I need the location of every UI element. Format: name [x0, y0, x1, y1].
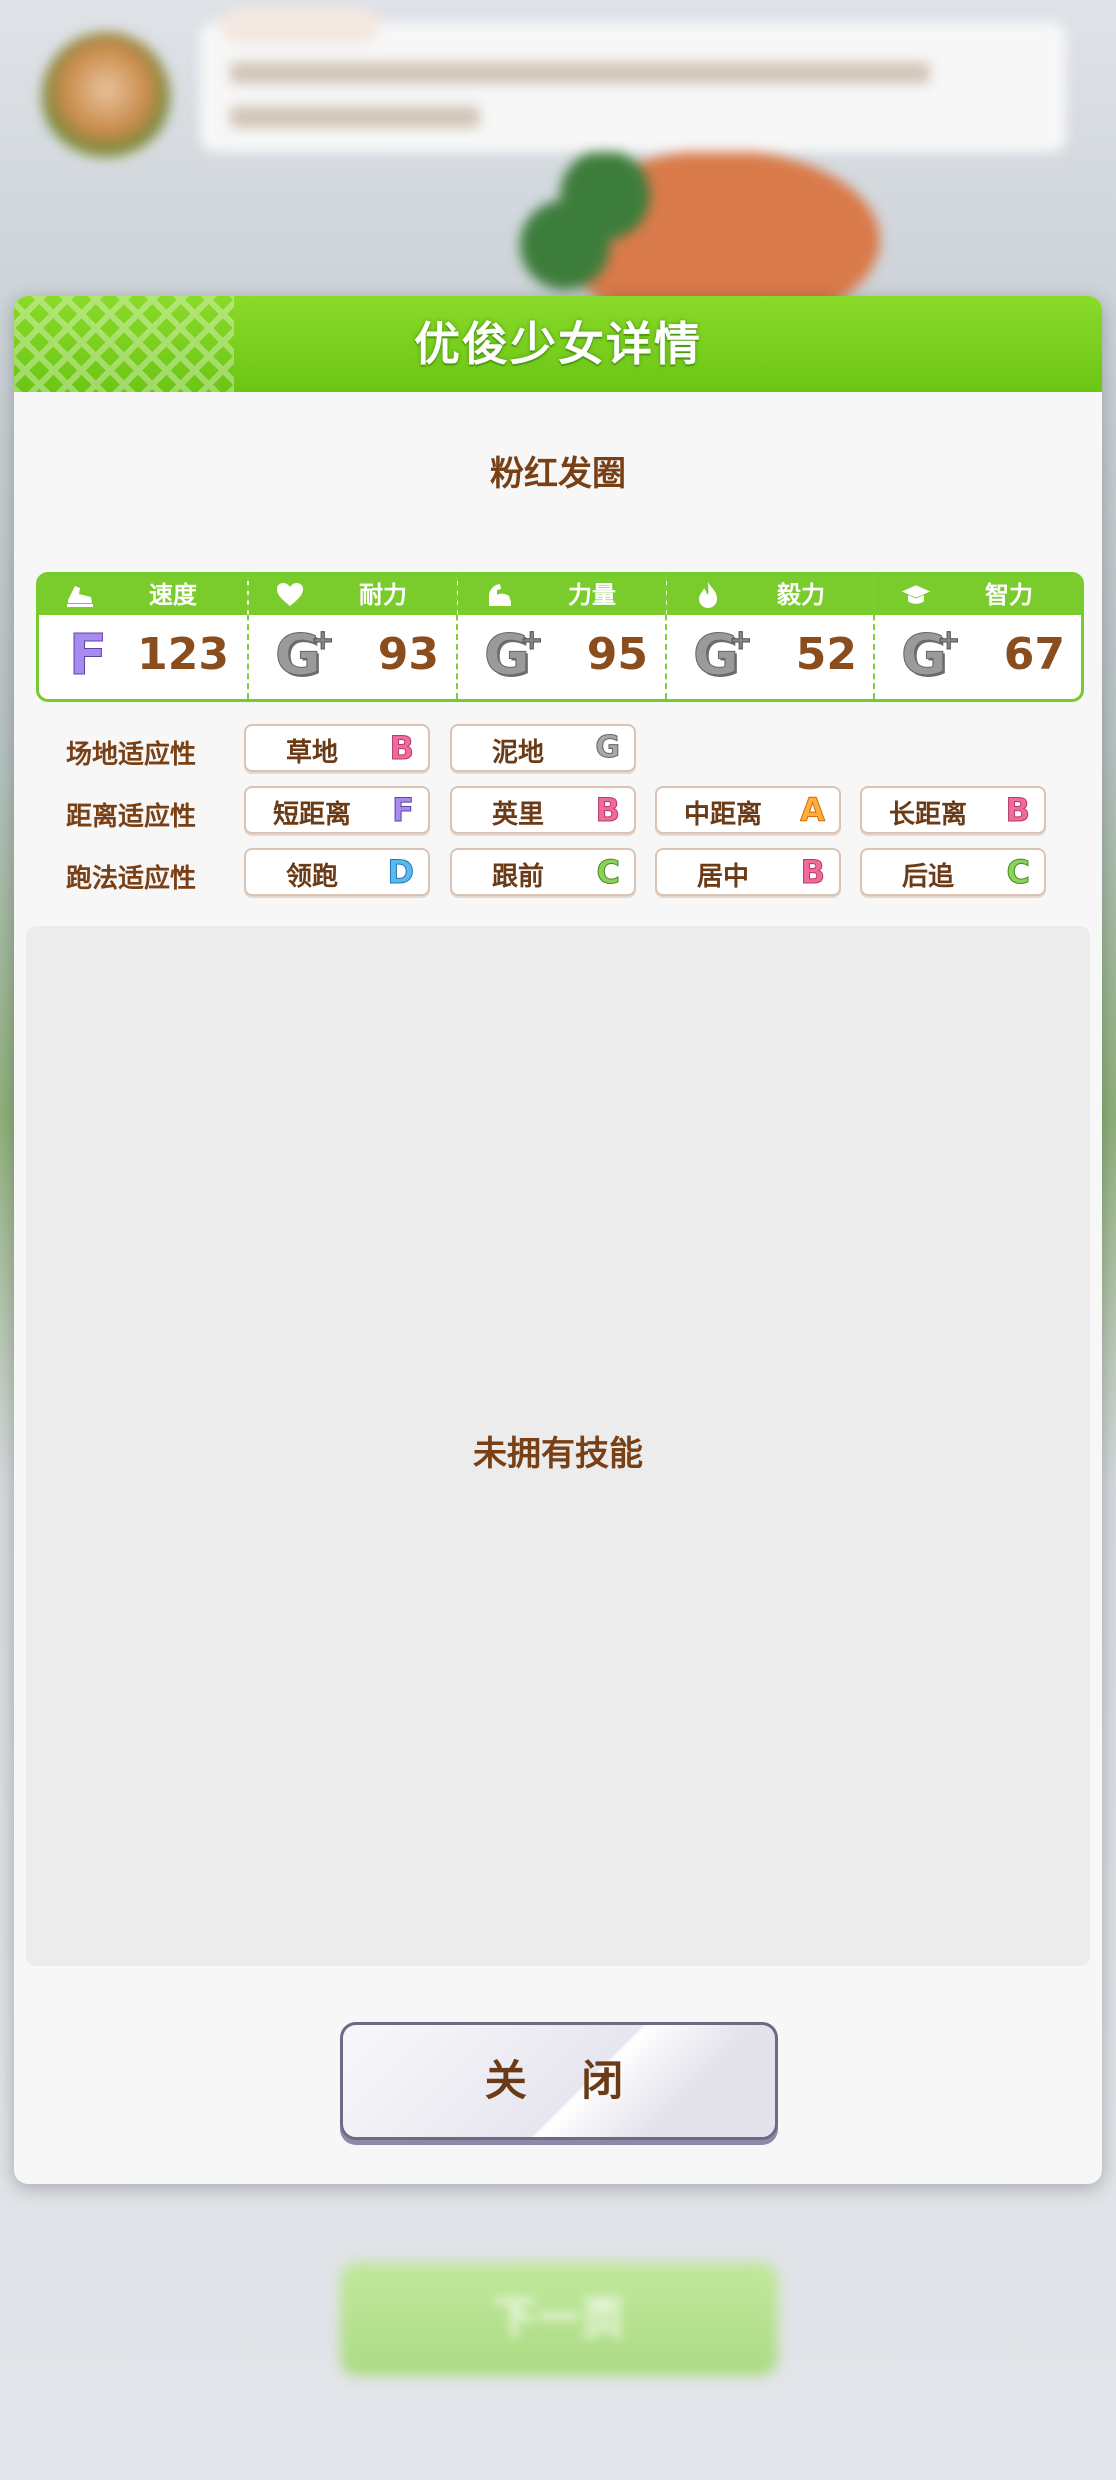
skills-empty-text: 未拥有技能	[473, 1434, 643, 1474]
aptitude-chip: 中距离 A	[655, 786, 841, 834]
distance-aptitude-label: 距离适应性	[66, 802, 197, 832]
next-page-label: 下一页	[493, 2293, 625, 2344]
aptitude-name: 领跑	[285, 862, 338, 892]
shoe-icon	[65, 581, 95, 609]
dialog-title: 优俊少女详情	[414, 317, 702, 371]
aptitude-name: 居中	[696, 862, 749, 892]
aptitude-grade: B	[595, 791, 620, 830]
aptitude-grade: C	[1006, 853, 1031, 892]
graduation-cap-icon	[901, 581, 931, 609]
stat-body: F 123	[39, 615, 247, 699]
stat-label: 耐力	[359, 581, 407, 609]
aptitude-chip: 短距离 F	[244, 786, 430, 834]
umamusume-detail-dialog: 优俊少女详情 粉红发圈 速度 F 123 耐力 G + 93 力量 G + 95…	[14, 296, 1102, 2184]
aptitude-chip: 泥地 G	[450, 724, 636, 772]
aptitude-grade: B	[389, 729, 414, 768]
stat-body: G + 67	[875, 615, 1081, 699]
rank-badge: F	[68, 623, 108, 688]
character-leaf	[560, 150, 650, 240]
speaker-avatar	[42, 32, 170, 160]
aptitude-chip: 后追 C	[860, 848, 1046, 896]
stat-header: 智力	[875, 575, 1081, 615]
rank-plus: +	[936, 623, 961, 657]
stat-value: 123	[137, 629, 229, 680]
aptitude-grade: F	[392, 791, 415, 830]
aptitude-grade: D	[387, 853, 415, 892]
item-name: 粉红发圈	[490, 454, 626, 494]
stat-header: 毅力	[667, 575, 875, 615]
speaker-name-tag	[220, 8, 380, 44]
stat-power: 力量 G + 95	[456, 575, 666, 699]
skills-panel[interactable]: 未拥有技能	[26, 926, 1090, 1966]
aptitude-name: 泥地	[491, 738, 544, 768]
aptitude-chip: 领跑 D	[244, 848, 430, 896]
aptitude-name: 中距离	[683, 800, 762, 830]
stat-header: 力量	[458, 575, 666, 615]
heart-icon	[275, 581, 305, 609]
aptitude-chip: 居中 B	[655, 848, 841, 896]
rank-plus: +	[310, 623, 335, 657]
stat-label: 毅力	[777, 581, 825, 609]
stat-wisdom: 智力 G + 67	[873, 575, 1081, 699]
close-button[interactable]: 关 闭	[340, 2022, 778, 2140]
stat-value: 67	[1003, 629, 1065, 680]
aptitude-name: 草地	[285, 738, 338, 768]
aptitude-name: 英里	[491, 800, 544, 830]
stat-header: 耐力	[249, 575, 457, 615]
stat-body: G + 93	[249, 615, 457, 699]
stats-table: 速度 F 123 耐力 G + 93 力量 G + 95 毅力 G + 52 智…	[36, 572, 1084, 702]
aptitude-grade: B	[1005, 791, 1030, 830]
speech-line	[230, 62, 930, 84]
stat-label: 力量	[568, 581, 616, 609]
stat-label: 速度	[149, 581, 197, 609]
stat-header: 速度	[39, 575, 247, 615]
stat-value: 93	[377, 629, 439, 680]
aptitude-grade: G	[595, 730, 621, 766]
aptitude-name: 后追	[901, 862, 954, 892]
stat-speed: 速度 F 123	[39, 575, 247, 699]
rank-plus: +	[728, 623, 753, 657]
close-button-label: 关 闭	[484, 2056, 644, 2105]
aptitude-name: 跟前	[491, 862, 544, 892]
stat-value: 52	[795, 629, 857, 680]
aptitude-chip: 英里 B	[450, 786, 636, 834]
stat-label: 智力	[985, 581, 1033, 609]
stat-stamina: 耐力 G + 93	[247, 575, 457, 699]
track-aptitude-label: 场地适应性	[66, 740, 197, 770]
stat-body: G + 52	[667, 615, 875, 699]
aptitude-grade: A	[800, 791, 826, 830]
aptitude-name: 短距离	[272, 800, 351, 830]
aptitude-chip: 草地 B	[244, 724, 430, 772]
stat-guts: 毅力 G + 52	[665, 575, 875, 699]
speech-line	[230, 106, 480, 128]
aptitude-name: 长距离	[888, 800, 967, 830]
aptitude-grade: B	[800, 853, 825, 892]
aptitude-chip: 长距离 B	[860, 786, 1046, 834]
dialog-header: 优俊少女详情	[14, 296, 1102, 392]
stat-value: 95	[586, 629, 648, 680]
aptitude-grade: C	[596, 853, 621, 892]
stat-body: G + 95	[458, 615, 666, 699]
aptitude-chip: 跟前 C	[450, 848, 636, 896]
muscle-icon	[484, 581, 514, 609]
style-aptitude-label: 跑法适应性	[66, 864, 197, 894]
rank-plus: +	[519, 623, 544, 657]
flame-icon	[693, 581, 723, 609]
